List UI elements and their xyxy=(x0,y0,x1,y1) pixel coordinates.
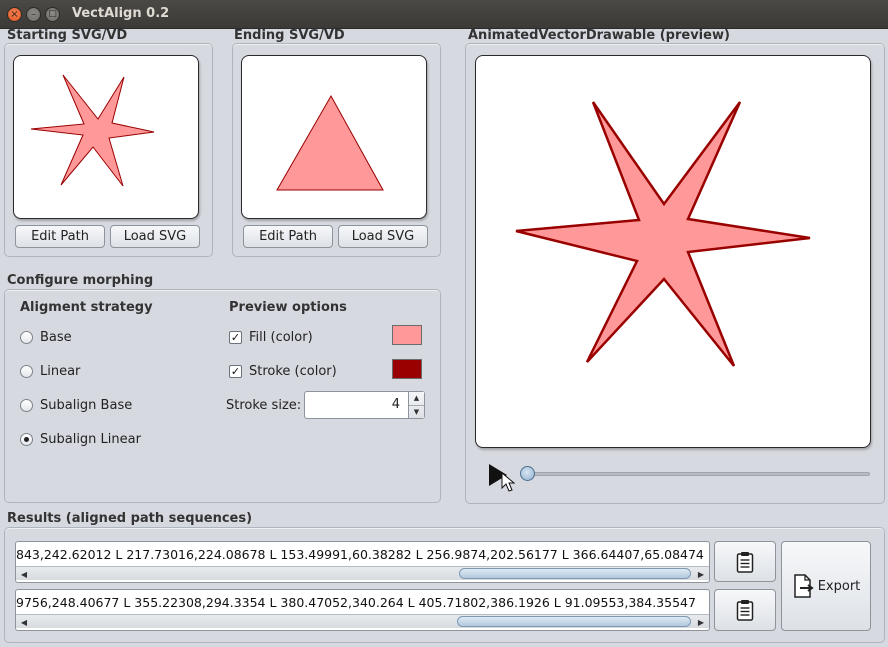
maximize-icon: □ xyxy=(48,9,57,19)
ending-title: Ending SVG/VD xyxy=(234,28,345,43)
clipboard-icon xyxy=(736,551,754,573)
result-1-scrollbar[interactable]: ◀ ▶ xyxy=(16,566,709,580)
strategy-option-subalign-base[interactable]: Subalign Base xyxy=(20,398,132,413)
timeline-slider-track[interactable] xyxy=(524,472,870,476)
result-row-1[interactable]: 843,242.62012 L 217.73016,224.08678 L 15… xyxy=(15,541,710,583)
fill-checkbox[interactable]: ✓ xyxy=(229,331,242,344)
starting-edit-path-button[interactable]: Edit Path xyxy=(15,225,105,248)
preview-options-heading: Preview options xyxy=(229,300,347,315)
radio-button[interactable] xyxy=(20,399,33,412)
strategy-option-linear[interactable]: Linear xyxy=(20,364,80,379)
ending-canvas[interactable] xyxy=(241,55,427,219)
results-title: Results (aligned path sequences) xyxy=(7,511,253,526)
fill-option[interactable]: ✓ Fill (color) xyxy=(229,330,313,345)
result-2-scrollbar[interactable]: ◀ ▶ xyxy=(16,614,709,628)
preview-canvas xyxy=(475,55,871,448)
timeline-slider-knob[interactable] xyxy=(520,466,535,481)
strategy-label: Subalign Base xyxy=(40,398,133,413)
scroll-left-icon[interactable]: ◀ xyxy=(18,568,30,580)
ending-load-svg-button[interactable]: Load SVG xyxy=(338,225,428,248)
fill-label: Fill (color) xyxy=(249,330,313,345)
strategy-option-base[interactable]: Base xyxy=(20,330,72,345)
scrollbar-thumb[interactable] xyxy=(457,616,691,627)
scrollbar-thumb[interactable] xyxy=(459,568,691,579)
strategy-label: Subalign Linear xyxy=(40,432,141,447)
strategy-label: Base xyxy=(40,330,72,345)
preview-star-shape xyxy=(515,101,811,367)
radio-button[interactable] xyxy=(20,331,33,344)
stroke-color-swatch[interactable] xyxy=(392,359,422,379)
stroke-size-label: Stroke size: xyxy=(226,398,302,413)
strategy-label: Linear xyxy=(40,364,81,379)
mouse-cursor-icon xyxy=(501,471,517,492)
stroke-label: Stroke (color) xyxy=(249,364,337,379)
spinner-arrows: ▲ ▼ xyxy=(408,392,424,418)
ending-triangle-shape xyxy=(276,94,384,191)
export-label: Export xyxy=(817,578,861,594)
configure-title: Configure morphing xyxy=(7,273,154,288)
stroke-size-spinner[interactable]: 4 ▲ ▼ xyxy=(304,391,425,419)
window-title: VectAlign 0.2 xyxy=(72,6,170,21)
close-icon: × xyxy=(10,8,19,20)
strategy-heading: Aligment strategy xyxy=(20,300,153,315)
export-icon xyxy=(793,574,814,598)
minimize-icon: – xyxy=(31,8,36,20)
close-window-button[interactable]: × xyxy=(7,7,22,22)
result-row-2[interactable]: 9756,248.40677 L 355.22308,294.3354 L 38… xyxy=(15,589,710,631)
maximize-window-button[interactable]: □ xyxy=(45,7,60,22)
strategy-option-subalign-linear[interactable]: Subalign Linear xyxy=(20,432,141,447)
radio-button[interactable] xyxy=(20,365,33,378)
copy-result-2-button[interactable] xyxy=(714,589,776,631)
starting-star-shape xyxy=(30,74,155,187)
preview-title: AnimatedVectorDrawable (preview) xyxy=(468,28,730,43)
spinner-down-icon[interactable]: ▼ xyxy=(409,404,424,419)
stroke-checkbox[interactable]: ✓ xyxy=(229,365,242,378)
starting-load-svg-button[interactable]: Load SVG xyxy=(110,225,200,248)
scroll-right-icon[interactable]: ▶ xyxy=(695,616,707,628)
scroll-left-icon[interactable]: ◀ xyxy=(18,616,30,628)
minimize-window-button[interactable]: – xyxy=(26,7,41,22)
stroke-size-value[interactable]: 4 xyxy=(305,392,408,418)
result-path-1[interactable]: 843,242.62012 L 217.73016,224.08678 L 15… xyxy=(16,542,709,566)
starting-title: Starting SVG/VD xyxy=(7,28,128,43)
export-button[interactable]: Export xyxy=(781,541,871,631)
fill-color-swatch[interactable] xyxy=(392,325,422,345)
scroll-right-icon[interactable]: ▶ xyxy=(695,568,707,580)
starting-canvas[interactable] xyxy=(13,55,199,219)
result-path-2[interactable]: 9756,248.40677 L 355.22308,294.3354 L 38… xyxy=(16,590,709,614)
clipboard-icon xyxy=(736,600,754,621)
stroke-option[interactable]: ✓ Stroke (color) xyxy=(229,364,337,379)
ending-edit-path-button[interactable]: Edit Path xyxy=(243,225,333,248)
radio-button-selected[interactable] xyxy=(20,433,33,446)
copy-result-1-button[interactable] xyxy=(714,541,776,582)
spinner-up-icon[interactable]: ▲ xyxy=(409,392,424,405)
